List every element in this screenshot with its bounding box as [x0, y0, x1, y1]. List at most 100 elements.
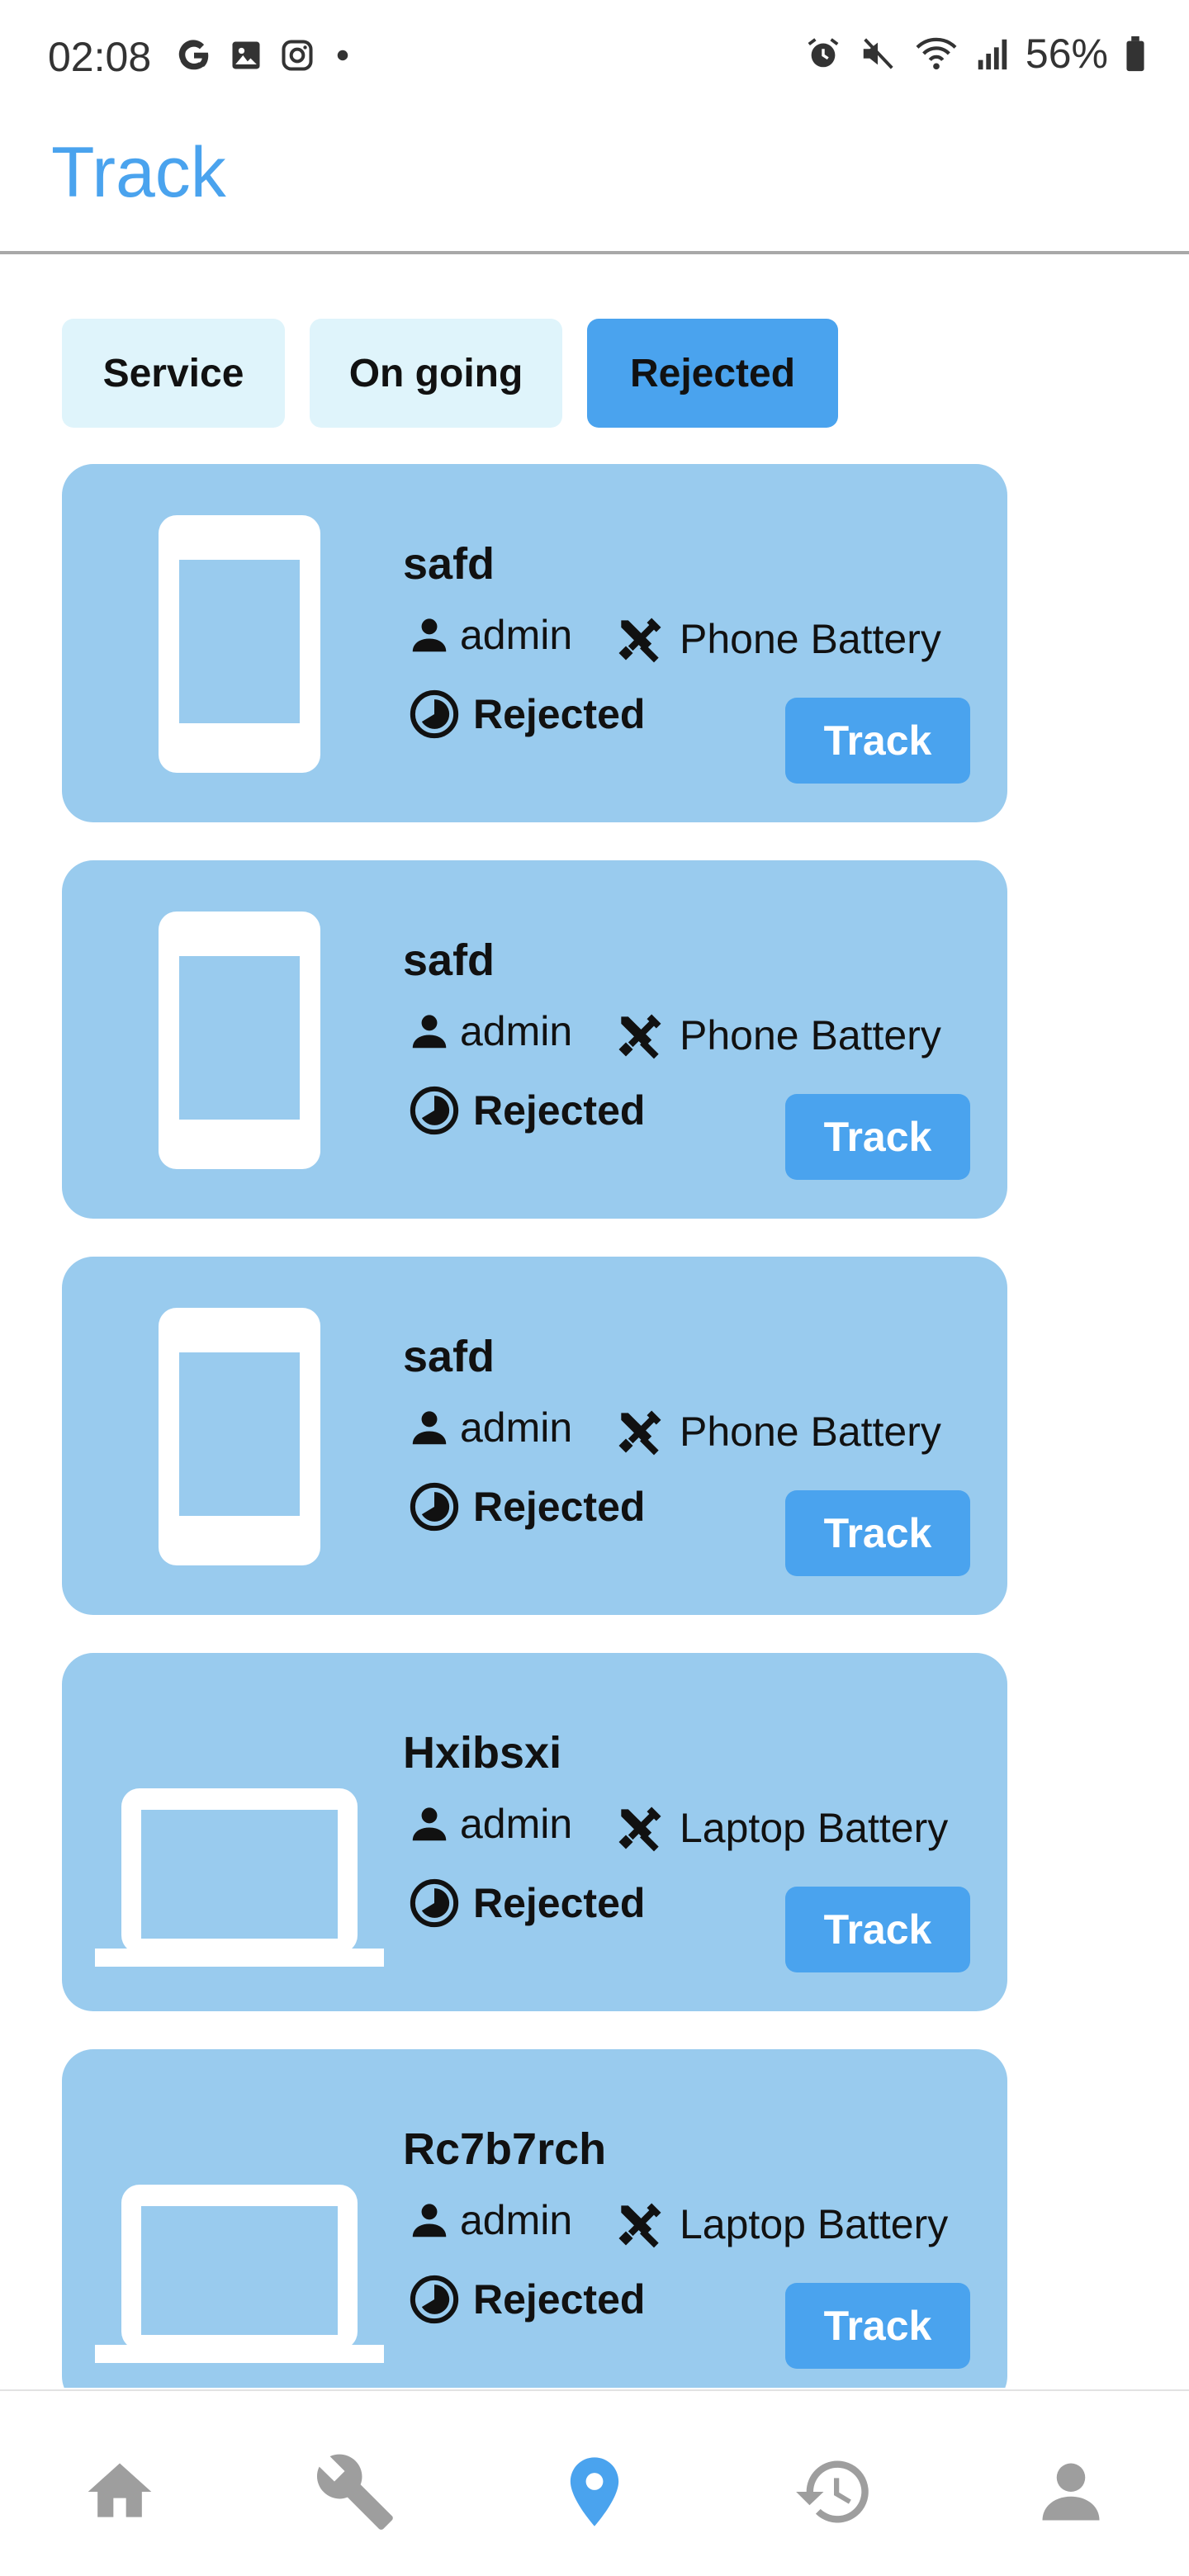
status-pie-icon	[410, 689, 459, 739]
wrench-icon	[316, 2454, 393, 2530]
card-status: Rejected	[473, 1880, 646, 1926]
request-card: Hxibsxi admin Laptop Battery Rejected Tr…	[62, 1653, 1007, 2011]
history-icon	[796, 2460, 869, 2523]
signal-icon	[978, 39, 1007, 70]
track-button[interactable]: Track	[785, 1490, 970, 1576]
profile-icon	[1042, 2463, 1100, 2521]
app-bar: Track	[0, 112, 1189, 254]
instagram-icon	[282, 40, 313, 71]
card-title: safd	[403, 539, 495, 589]
filter-chip-ongoing[interactable]: On going	[310, 319, 562, 428]
nav-profile[interactable]	[1030, 2451, 1112, 2533]
status-row: Rejected	[407, 1480, 645, 1534]
filter-chips: Service On going Rejected	[62, 319, 838, 428]
card-title: Hxibsxi	[403, 1728, 562, 1778]
card-title: Rc7b7rch	[403, 2124, 607, 2174]
tools-icon	[618, 1410, 661, 1456]
status-time: 02:08	[48, 34, 152, 80]
card-user: admin	[460, 1404, 573, 1451]
card-status: Rejected	[473, 1484, 646, 1530]
status-row: Rejected	[407, 1083, 645, 1138]
page-title: Track	[51, 133, 226, 212]
user-row: admin	[407, 1800, 572, 1848]
phone-icon	[159, 912, 320, 1169]
track-button[interactable]: Track	[785, 1887, 970, 1972]
request-card: safd admin Phone Battery Rejected Track	[62, 860, 1007, 1219]
request-card: Rc7b7rch admin Laptop Battery Rejected T…	[62, 2049, 1007, 2388]
phone-icon	[159, 515, 320, 773]
status-pie-icon	[410, 1086, 459, 1135]
bottom-nav	[0, 2389, 1189, 2576]
laptop-icon	[95, 2185, 384, 2370]
person-icon	[412, 618, 447, 652]
battery-percent: 56%	[1025, 31, 1108, 77]
status-notification-icons	[175, 36, 355, 74]
card-user: admin	[460, 2197, 573, 2243]
service-row: Phone Battery	[612, 1404, 941, 1460]
card-title: safd	[403, 1332, 495, 1381]
person-icon	[412, 1807, 447, 1841]
filter-chip-rejected[interactable]: Rejected	[587, 319, 838, 428]
user-row: admin	[407, 611, 572, 659]
person-icon	[412, 2204, 447, 2237]
tools-icon	[618, 618, 661, 663]
card-service: Laptop Battery	[680, 1805, 949, 1851]
status-pie-icon	[410, 1878, 459, 1928]
laptop-icon	[95, 1788, 384, 1973]
tools-icon	[618, 1014, 661, 1059]
status-row: Rejected	[407, 687, 645, 741]
nav-track[interactable]	[553, 2451, 636, 2533]
google-icon	[178, 40, 209, 70]
track-button[interactable]: Track	[785, 698, 970, 784]
nav-history[interactable]	[793, 2451, 875, 2533]
card-user: admin	[460, 1008, 573, 1054]
user-row: admin	[407, 1007, 572, 1055]
card-status: Rejected	[473, 1087, 646, 1134]
device-icon	[95, 1702, 384, 1973]
service-row: Laptop Battery	[612, 1800, 948, 1856]
card-status: Rejected	[473, 691, 646, 737]
card-title: safd	[403, 935, 495, 985]
card-status: Rejected	[473, 2276, 646, 2323]
card-service: Phone Battery	[680, 616, 941, 662]
status-row: Rejected	[407, 1876, 645, 1930]
device-icon	[95, 2099, 384, 2370]
card-user: admin	[460, 612, 573, 658]
card-service: Laptop Battery	[680, 2201, 949, 2247]
status-row: Rejected	[407, 2272, 645, 2327]
wifi-icon	[916, 37, 957, 70]
device-icon	[95, 514, 384, 778]
image-icon	[232, 41, 260, 69]
status-pie-icon	[410, 2275, 459, 2324]
dot-icon	[337, 50, 348, 61]
card-service: Phone Battery	[680, 1409, 941, 1455]
status-pie-icon	[410, 1482, 459, 1532]
status-system-icons: 56%	[804, 30, 1146, 78]
mute-icon	[863, 38, 893, 69]
phone-icon	[159, 1308, 320, 1565]
tools-icon	[618, 2203, 661, 2248]
card-service: Phone Battery	[680, 1012, 941, 1058]
alarm-icon	[808, 38, 839, 68]
user-row: admin	[407, 2196, 572, 2244]
tools-icon	[618, 1807, 661, 1852]
nav-home[interactable]	[78, 2451, 161, 2533]
location-pin-icon	[570, 2457, 619, 2526]
card-user: admin	[460, 1801, 573, 1847]
status-bar: 02:08 56%	[0, 0, 1189, 112]
track-button[interactable]: Track	[785, 2283, 970, 2369]
nav-service[interactable]	[314, 2451, 396, 2533]
person-icon	[412, 1015, 447, 1049]
request-card: safd admin Phone Battery Rejected Track	[62, 464, 1007, 822]
request-card-list[interactable]: safd admin Phone Battery Rejected Track …	[62, 464, 1007, 2388]
device-icon	[95, 1306, 384, 1570]
service-row: Laptop Battery	[612, 2196, 948, 2252]
user-row: admin	[407, 1404, 572, 1451]
service-row: Phone Battery	[612, 1007, 941, 1063]
track-button[interactable]: Track	[785, 1094, 970, 1180]
person-icon	[412, 1411, 447, 1445]
battery-icon	[1126, 36, 1144, 72]
device-icon	[95, 910, 384, 1174]
service-row: Phone Battery	[612, 611, 941, 667]
filter-chip-service[interactable]: Service	[62, 319, 285, 428]
